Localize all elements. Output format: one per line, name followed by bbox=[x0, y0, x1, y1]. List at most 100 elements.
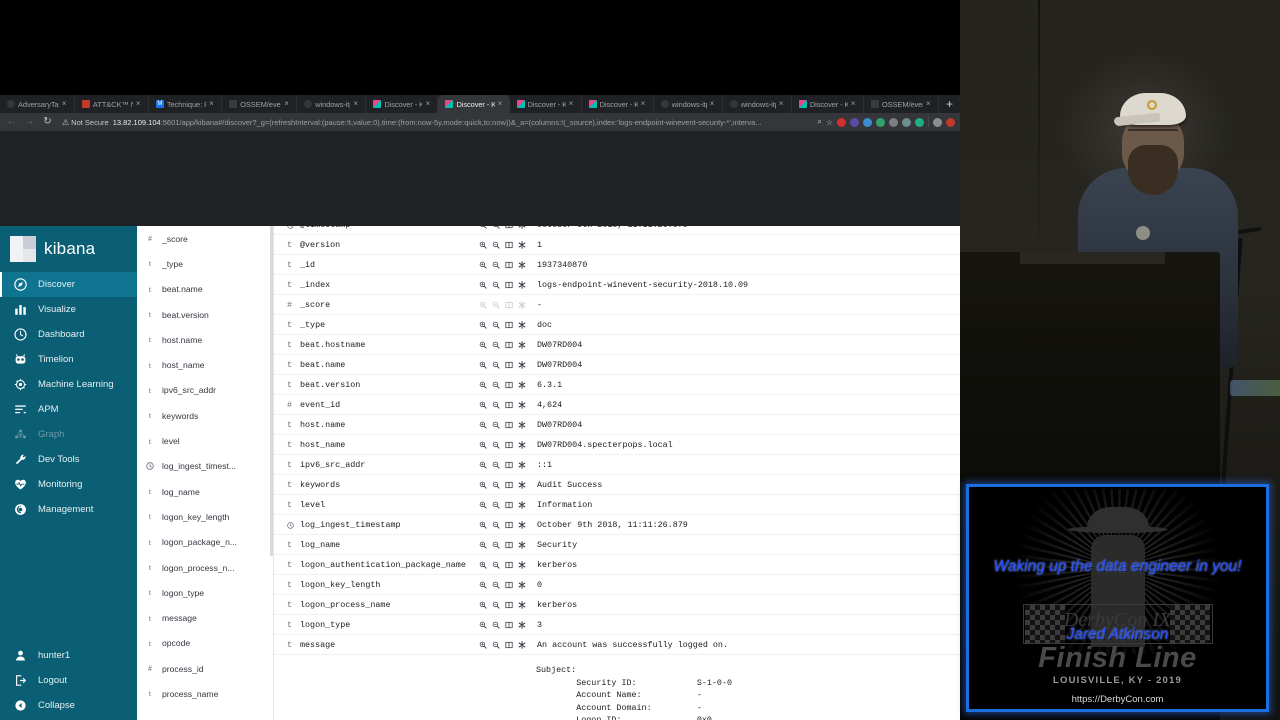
record-icon[interactable] bbox=[946, 117, 955, 127]
toggle-column-icon[interactable] bbox=[505, 461, 513, 469]
zoom-in-magnifier-icon[interactable] bbox=[479, 361, 487, 369]
browser-tab[interactable]: Discover - Ki × bbox=[581, 95, 654, 113]
zoom-in-magnifier-icon[interactable] bbox=[479, 481, 487, 489]
sidebar-item-hunter1[interactable]: hunter1 bbox=[0, 643, 137, 668]
toggle-column-icon[interactable] bbox=[505, 641, 513, 649]
zoom-in-magnifier-icon[interactable] bbox=[479, 541, 487, 549]
sidebar-item-graph[interactable]: Graph bbox=[0, 422, 137, 447]
field-list-item[interactable]: t logon_key_length bbox=[137, 504, 273, 529]
zoom-in-magnifier-icon[interactable] bbox=[479, 341, 487, 349]
field-list-item[interactable]: log_ingest_timest... bbox=[137, 454, 273, 479]
tab-close-icon[interactable]: × bbox=[779, 100, 786, 108]
sidebar-item-management[interactable]: Management bbox=[0, 497, 137, 522]
tab-close-icon[interactable]: × bbox=[851, 100, 858, 108]
filter-exists-asterisk-icon[interactable] bbox=[518, 261, 526, 269]
zoom-out-magnifier-icon[interactable] bbox=[492, 481, 500, 489]
tab-close-icon[interactable]: × bbox=[498, 100, 505, 108]
toggle-column-icon[interactable] bbox=[505, 241, 513, 249]
field-list-item[interactable]: t host_name bbox=[137, 352, 273, 377]
toggle-column-icon[interactable] bbox=[505, 621, 513, 629]
toggle-column-icon[interactable] bbox=[505, 441, 513, 449]
zoom-in-magnifier-icon[interactable] bbox=[479, 521, 487, 529]
filter-exists-asterisk-icon[interactable] bbox=[518, 481, 526, 489]
browser-tab[interactable]: Discover - Ki × bbox=[366, 95, 439, 113]
field-list-panel[interactable]: # _score t _type t beat.name t beat.version t hos… bbox=[137, 226, 274, 720]
extension-gray-icon[interactable] bbox=[889, 117, 898, 127]
extension-green-icon[interactable] bbox=[876, 117, 885, 127]
forward-button[interactable]: → bbox=[23, 117, 36, 127]
filter-exists-asterisk-icon[interactable] bbox=[518, 341, 526, 349]
filter-exists-asterisk-icon[interactable] bbox=[518, 641, 526, 649]
address-bar[interactable]: ⚠ Not Secure 13.82.109.104 :5601/app/kib… bbox=[59, 115, 813, 129]
filter-exists-asterisk-icon[interactable] bbox=[518, 601, 526, 609]
tab-close-icon[interactable]: × bbox=[353, 100, 360, 108]
star-icon[interactable]: ☆ bbox=[826, 118, 833, 127]
filter-exists-asterisk-icon[interactable] bbox=[518, 301, 526, 309]
security-indicator[interactable]: ⚠ Not Secure bbox=[62, 118, 109, 127]
zoom-out-magnifier-icon[interactable] bbox=[492, 241, 500, 249]
sidebar-item-machine-learning[interactable]: Machine Learning bbox=[0, 372, 137, 397]
zoom-in-magnifier-icon[interactable] bbox=[479, 621, 487, 629]
browser-tab[interactable]: windows-itp × bbox=[297, 95, 367, 113]
tab-close-icon[interactable]: × bbox=[569, 100, 576, 108]
field-list-item[interactable]: t opcode bbox=[137, 631, 273, 656]
sidebar-item-logout[interactable]: Logout bbox=[0, 668, 137, 693]
toggle-column-icon[interactable] bbox=[505, 261, 513, 269]
zoom-out-magnifier-icon[interactable] bbox=[492, 461, 500, 469]
zoom-in-magnifier-icon[interactable] bbox=[479, 401, 487, 409]
sidebar-item-dashboard[interactable]: Dashboard bbox=[0, 322, 137, 347]
sidebar-item-monitoring[interactable]: Monitoring bbox=[0, 472, 137, 497]
browser-tab[interactable]: windows-itp × bbox=[722, 95, 792, 113]
field-list-item[interactable]: # _score bbox=[137, 226, 273, 251]
filter-exists-asterisk-icon[interactable] bbox=[518, 421, 526, 429]
filter-exists-asterisk-icon[interactable] bbox=[518, 361, 526, 369]
zoom-in-magnifier-icon[interactable] bbox=[479, 321, 487, 329]
zoom-out-magnifier-icon[interactable] bbox=[492, 601, 500, 609]
tab-close-icon[interactable]: × bbox=[710, 100, 717, 108]
toggle-column-icon[interactable] bbox=[505, 281, 513, 289]
filter-exists-asterisk-icon[interactable] bbox=[518, 381, 526, 389]
field-list-item[interactable]: t _type bbox=[137, 251, 273, 276]
tab-close-icon[interactable]: × bbox=[136, 100, 143, 108]
filter-exists-asterisk-icon[interactable] bbox=[518, 461, 526, 469]
filter-exists-asterisk-icon[interactable] bbox=[518, 281, 526, 289]
filter-exists-asterisk-icon[interactable] bbox=[518, 521, 526, 529]
extension-cyan-icon[interactable] bbox=[915, 117, 924, 127]
zoom-in-magnifier-icon[interactable] bbox=[479, 641, 487, 649]
zoom-out-magnifier-icon[interactable] bbox=[492, 381, 500, 389]
filter-exists-asterisk-icon[interactable] bbox=[518, 241, 526, 249]
zoom-in-magnifier-icon[interactable] bbox=[479, 581, 487, 589]
zoom-in-magnifier-icon[interactable] bbox=[479, 601, 487, 609]
new-tab-button[interactable]: + bbox=[939, 95, 960, 113]
zoom-in-magnifier-icon[interactable] bbox=[479, 301, 487, 309]
zoom-in-magnifier-icon[interactable] bbox=[479, 381, 487, 389]
reload-button[interactable]: ↻ bbox=[41, 117, 54, 127]
tab-close-icon[interactable]: × bbox=[425, 100, 432, 108]
zoom-out-magnifier-icon[interactable] bbox=[492, 281, 500, 289]
browser-tab[interactable]: M Technique: R × bbox=[148, 95, 223, 113]
toggle-column-icon[interactable] bbox=[505, 361, 513, 369]
sidebar-item-visualize[interactable]: Visualize bbox=[0, 297, 137, 322]
sidebar-item-collapse[interactable]: Collapse bbox=[0, 693, 137, 718]
toggle-column-icon[interactable] bbox=[505, 581, 513, 589]
toggle-column-icon[interactable] bbox=[505, 561, 513, 569]
tab-close-icon[interactable]: × bbox=[926, 100, 933, 108]
extension-blue-icon[interactable] bbox=[863, 117, 872, 127]
field-list-item[interactable]: t process_name bbox=[137, 681, 273, 706]
toggle-column-icon[interactable] bbox=[505, 321, 513, 329]
browser-tab-active[interactable]: Discover - Ki × bbox=[438, 95, 510, 113]
zoom-in-magnifier-icon[interactable] bbox=[479, 561, 487, 569]
filter-exists-asterisk-icon[interactable] bbox=[518, 226, 526, 229]
extension-red-icon[interactable] bbox=[837, 117, 846, 127]
zoom-out-magnifier-icon[interactable] bbox=[492, 341, 500, 349]
zoom-in-magnifier-icon[interactable] bbox=[479, 461, 487, 469]
filter-exists-asterisk-icon[interactable] bbox=[518, 581, 526, 589]
field-list-item[interactable]: t logon_package_n... bbox=[137, 530, 273, 555]
zoom-in-magnifier-icon[interactable] bbox=[479, 281, 487, 289]
filter-exists-asterisk-icon[interactable] bbox=[518, 541, 526, 549]
field-list-item[interactable]: t beat.name bbox=[137, 277, 273, 302]
field-list-item[interactable]: t keywords bbox=[137, 403, 273, 428]
filter-exists-asterisk-icon[interactable] bbox=[518, 321, 526, 329]
toggle-column-icon[interactable] bbox=[505, 301, 513, 309]
zoom-in-magnifier-icon[interactable] bbox=[479, 261, 487, 269]
